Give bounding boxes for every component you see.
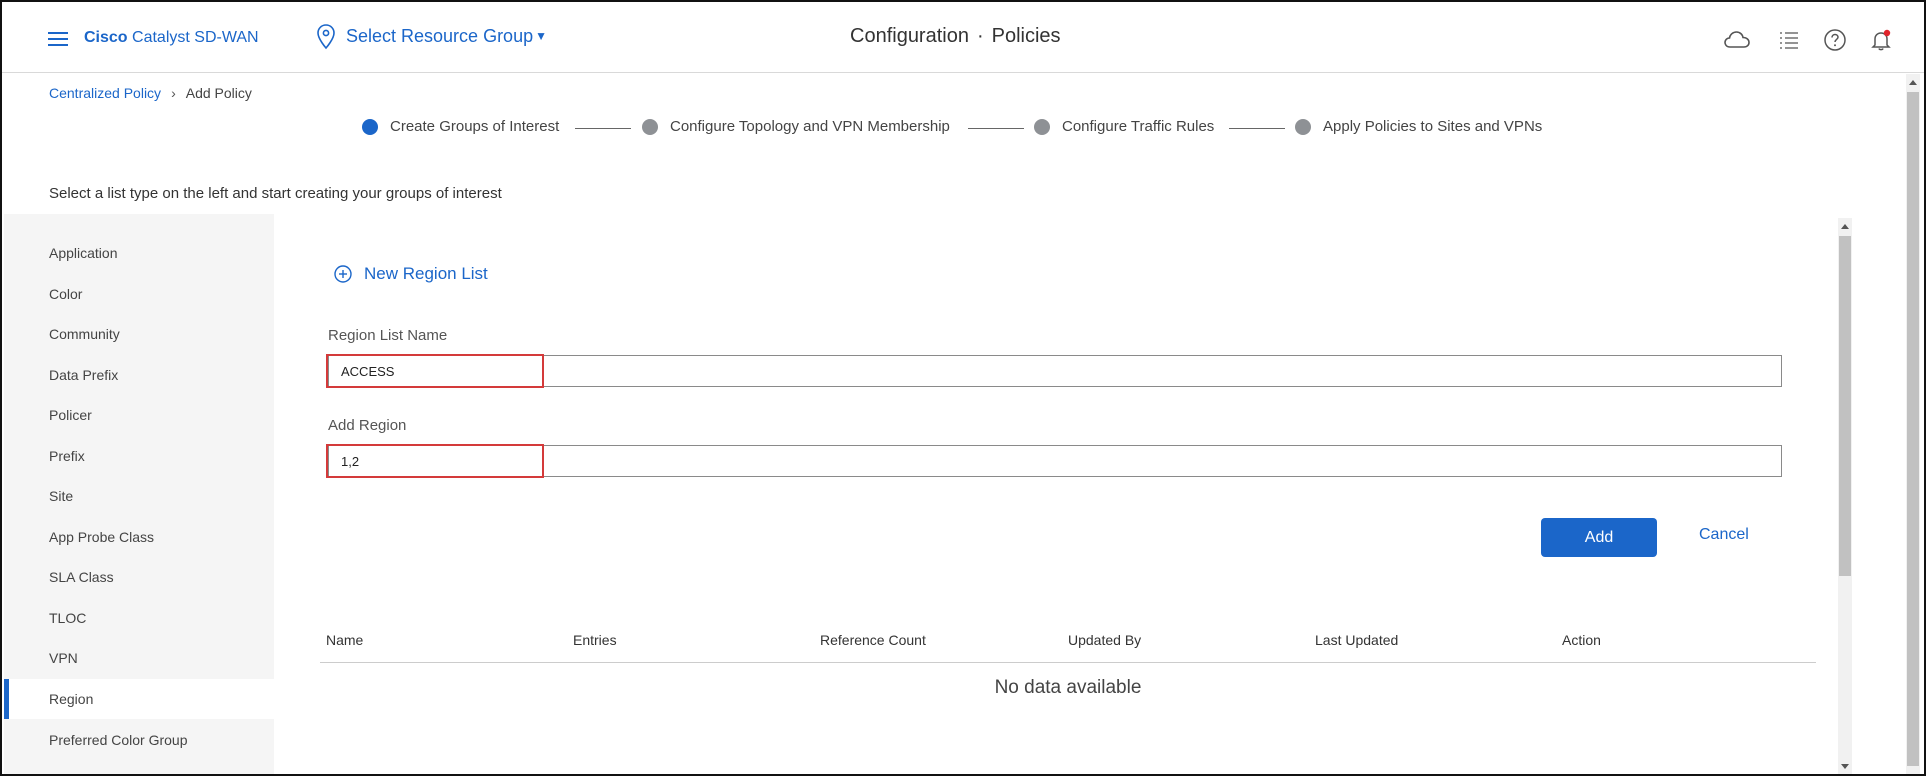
page-title-section: Configuration: [850, 25, 969, 47]
hamburger-icon[interactable]: [48, 32, 68, 48]
new-region-list-button[interactable]: New Region List: [334, 264, 488, 284]
column-header-updated-by[interactable]: Updated By: [1068, 632, 1141, 648]
column-header-action[interactable]: Action: [1562, 632, 1601, 648]
resource-group-dropdown[interactable]: Select Resource Group ▼: [346, 26, 547, 47]
new-region-list-label: New Region List: [364, 264, 488, 283]
sidebar-item-app-probe-class[interactable]: App Probe Class: [4, 517, 274, 557]
breadcrumb: Centralized Policy › Add Policy: [49, 85, 252, 101]
list-type-sidebar: Application Color Community Data Prefix …: [4, 214, 274, 774]
brand-bold: Cisco: [84, 29, 128, 46]
scroll-down-arrow-icon[interactable]: [1841, 764, 1849, 769]
page-title: Configuration · Policies: [850, 25, 1061, 48]
map-pin-icon: [317, 24, 335, 50]
step-connector: [968, 128, 1024, 129]
list-icon[interactable]: [1777, 28, 1801, 52]
sidebar-item-color[interactable]: Color: [4, 274, 274, 314]
step-indicator-dot: [362, 118, 378, 135]
sidebar-item-site[interactable]: Site: [4, 476, 274, 516]
sidebar-item-preferred-color-group[interactable]: Preferred Color Group: [4, 720, 274, 760]
scrollbar-thumb[interactable]: [1907, 92, 1919, 766]
sidebar-item-vpn[interactable]: VPN: [4, 638, 274, 678]
scroll-up-arrow-icon[interactable]: [1841, 224, 1849, 229]
column-header-entries[interactable]: Entries: [573, 632, 617, 648]
cloud-icon[interactable]: [1723, 28, 1751, 52]
sidebar-item-application[interactable]: Application: [4, 233, 274, 273]
brand-rest: Catalyst SD-WAN: [127, 29, 259, 46]
sidebar-item-prefix[interactable]: Prefix: [4, 436, 274, 476]
column-header-name[interactable]: Name: [326, 632, 363, 648]
column-header-reference-count[interactable]: Reference Count: [820, 632, 926, 648]
add-region-input[interactable]: [328, 445, 1782, 477]
bell-icon[interactable]: [1869, 28, 1893, 52]
sidebar-item-tloc[interactable]: TLOC: [4, 598, 274, 638]
empty-state-text: No data available: [994, 677, 1142, 698]
step-configure-topology[interactable]: Configure Topology and VPN Membership: [642, 118, 950, 135]
page-title-separator: ·: [976, 25, 984, 47]
sidebar-item-community[interactable]: Community: [4, 314, 274, 354]
resource-group-label: Select Resource Group: [346, 26, 534, 46]
step-create-groups[interactable]: Create Groups of Interest: [362, 118, 559, 135]
plus-circle-icon: [334, 265, 352, 283]
breadcrumb-centralized-policy[interactable]: Centralized Policy: [49, 85, 161, 101]
add-button[interactable]: Add: [1541, 518, 1657, 557]
sidebar-item-region[interactable]: Region: [4, 679, 274, 719]
step-label: Configure Traffic Rules: [1062, 118, 1215, 135]
sidebar-item-data-prefix[interactable]: Data Prefix: [4, 355, 274, 395]
help-icon[interactable]: [1823, 28, 1847, 52]
top-header: Cisco Catalyst SD-WAN Select Resource Gr…: [2, 2, 1924, 73]
step-connector: [575, 128, 631, 129]
region-list-name-label: Region List Name: [328, 327, 448, 344]
content-scrollbar[interactable]: [1838, 218, 1852, 774]
breadcrumb-current: Add Policy: [185, 85, 252, 101]
brand-logo: Cisco Catalyst SD-WAN: [84, 29, 259, 47]
step-apply-policies[interactable]: Apply Policies to Sites and VPNs: [1295, 118, 1542, 135]
scroll-up-arrow-icon[interactable]: [1909, 80, 1917, 85]
step-configure-traffic[interactable]: Configure Traffic Rules: [1034, 118, 1214, 135]
instructions-text: Select a list type on the left and start…: [49, 185, 502, 202]
add-region-label: Add Region: [328, 417, 407, 434]
caret-down-icon: ▼: [535, 29, 547, 43]
chevron-right-icon: ›: [171, 85, 176, 101]
cancel-button[interactable]: Cancel: [1699, 526, 1749, 544]
page-scrollbar[interactable]: [1906, 74, 1920, 774]
region-list-name-input[interactable]: [328, 355, 1782, 387]
step-connector: [1229, 128, 1285, 129]
sidebar-item-policer[interactable]: Policer: [4, 395, 274, 435]
step-label: Create Groups of Interest: [390, 118, 560, 135]
step-indicator-dot: [1034, 118, 1050, 135]
table-header: Name Entries Reference Count Updated By …: [320, 632, 1816, 663]
app-window: Cisco Catalyst SD-WAN Select Resource Gr…: [0, 0, 1926, 776]
step-indicator-dot: [1295, 118, 1311, 135]
step-label: Apply Policies to Sites and VPNs: [1323, 118, 1543, 135]
step-indicator-dot: [642, 118, 658, 135]
step-label: Configure Topology and VPN Membership: [670, 118, 950, 135]
sidebar-item-sla-class[interactable]: SLA Class: [4, 557, 274, 597]
scrollbar-thumb[interactable]: [1839, 236, 1851, 576]
page-title-page: Policies: [991, 25, 1061, 47]
column-header-last-updated[interactable]: Last Updated: [1315, 632, 1398, 648]
